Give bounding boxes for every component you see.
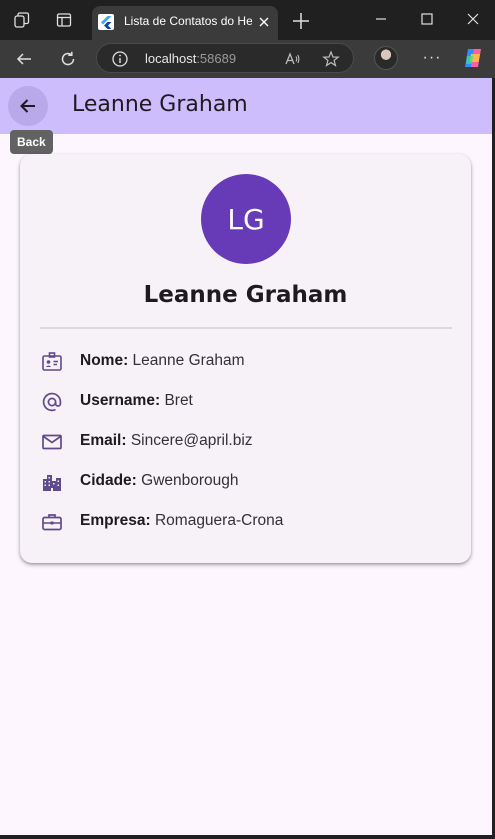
refresh-icon[interactable] xyxy=(57,48,79,70)
contact-avatar: LG xyxy=(201,174,291,264)
info-row-empresa: Empresa: Romaguera-Crona xyxy=(40,510,460,534)
info-text: Cidade: Gwenborough xyxy=(80,472,239,490)
copilot-icon[interactable] xyxy=(461,46,485,70)
briefcase-icon xyxy=(40,510,64,534)
info-text: Username: Bret xyxy=(80,392,193,410)
address-bar[interactable]: localhost:58689 xyxy=(96,43,354,73)
site-info-icon[interactable] xyxy=(111,50,129,68)
maximize-icon[interactable] xyxy=(415,8,439,30)
city-icon xyxy=(40,470,64,494)
tab-actions-icon[interactable] xyxy=(54,10,74,30)
info-text: Nome: Leanne Graham xyxy=(80,352,245,370)
field-value: Gwenborough xyxy=(141,472,239,489)
address-url: localhost:58689 xyxy=(145,51,236,66)
field-label: Username: xyxy=(80,392,161,409)
contact-name: Leanne Graham xyxy=(143,282,348,308)
field-label: Nome: xyxy=(80,352,129,369)
field-value: Bret xyxy=(164,392,193,409)
at-sign-icon xyxy=(40,390,64,414)
field-value: Leanne Graham xyxy=(132,352,245,369)
page-title: Leanne Graham xyxy=(72,92,248,117)
arrow-back-icon xyxy=(20,99,35,113)
info-text: Email: Sincere@april.biz xyxy=(80,432,253,450)
minimize-icon[interactable] xyxy=(369,8,393,30)
info-text: Empresa: Romaguera-Crona xyxy=(80,512,283,530)
contact-card: LG Leanne Graham Nome: Leanne Graham Use… xyxy=(20,154,471,563)
info-row-cidade: Cidade: Gwenborough xyxy=(40,470,460,494)
read-aloud-icon[interactable] xyxy=(283,50,301,68)
back-arrow-icon[interactable] xyxy=(13,48,35,70)
more-options-icon[interactable]: ··· xyxy=(421,48,443,70)
back-tooltip: Back xyxy=(10,130,53,154)
address-port: :58689 xyxy=(196,51,237,66)
field-value: Romaguera-Crona xyxy=(154,512,284,529)
browser-tab-active[interactable]: Lista de Contatos do Hel xyxy=(92,6,278,40)
divider xyxy=(40,327,452,329)
workspaces-icon[interactable] xyxy=(12,10,32,30)
field-label: Empresa: xyxy=(80,512,151,529)
new-tab-icon[interactable] xyxy=(290,10,312,32)
field-label: Cidade: xyxy=(80,472,137,489)
close-tab-icon[interactable] xyxy=(257,15,271,29)
mail-icon xyxy=(40,430,64,454)
close-window-icon[interactable] xyxy=(461,8,485,30)
info-row-nome: Nome: Leanne Graham xyxy=(40,350,460,374)
browser-tab-bar: Lista de Contatos do Hel xyxy=(0,0,495,40)
field-value: Sincere@april.biz xyxy=(130,432,253,449)
profile-avatar[interactable] xyxy=(374,46,398,70)
field-label: Email: xyxy=(80,432,127,449)
badge-icon xyxy=(40,350,64,374)
app-bar: Leanne Graham xyxy=(0,78,492,134)
info-row-email: Email: Sincere@april.biz xyxy=(40,430,460,454)
info-row-username: Username: Bret xyxy=(40,390,460,414)
app-viewport: Leanne Graham Back LG Leanne Graham Nome… xyxy=(0,78,492,835)
browser-toolbar: localhost:58689 ··· xyxy=(0,40,495,78)
flutter-favicon-icon xyxy=(98,14,114,30)
back-button[interactable] xyxy=(8,86,48,126)
address-host: localhost xyxy=(145,51,197,66)
tab-title: Lista de Contatos do Hel xyxy=(124,14,252,28)
favorite-star-icon[interactable] xyxy=(322,50,340,68)
